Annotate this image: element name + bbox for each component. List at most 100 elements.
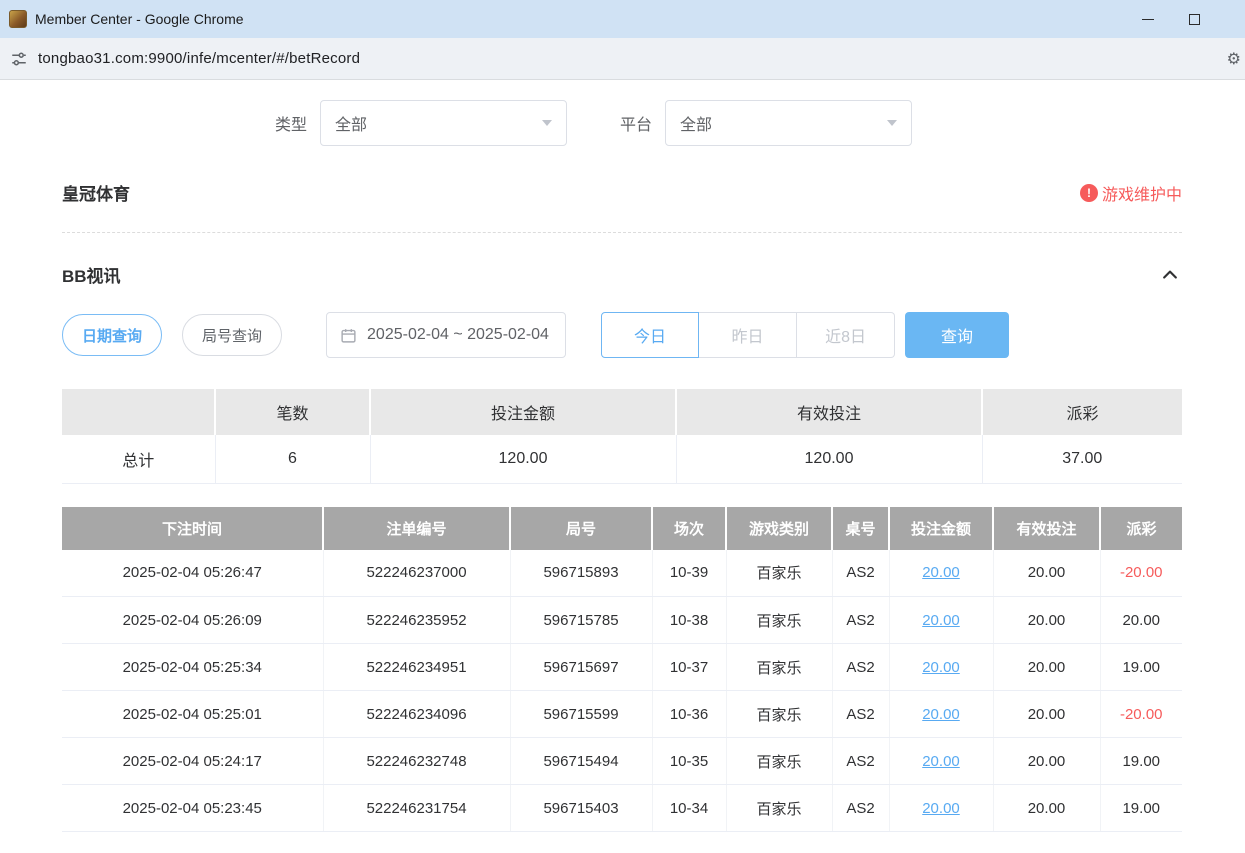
app-favicon-icon bbox=[9, 10, 27, 28]
table-id-cell: AS2 bbox=[832, 785, 889, 832]
address-bar[interactable]: tongbao31.com:9900/infe/mcenter/#/betRec… bbox=[0, 38, 1245, 80]
col-header-valid-bet: 有效投注 bbox=[993, 507, 1100, 550]
minimize-icon bbox=[1142, 19, 1154, 20]
date-query-button[interactable]: 日期查询 bbox=[62, 314, 162, 356]
maximize-button[interactable] bbox=[1171, 0, 1217, 38]
order-id-cell: 522246235952 bbox=[323, 597, 510, 644]
order-id-cell: 522246232748 bbox=[323, 738, 510, 785]
col-header-session: 场次 bbox=[652, 507, 726, 550]
game-type-cell: 百家乐 bbox=[726, 785, 832, 832]
table-id-cell: AS2 bbox=[832, 691, 889, 738]
page-content: 类型 全部 平台 全部 皇冠体育 ! 游戏维护中 BB视讯 日期查询 局号查询 … bbox=[0, 80, 1245, 853]
bet-time-cell: 2025-02-04 05:26:47 bbox=[62, 550, 323, 597]
today-button[interactable]: 今日 bbox=[601, 312, 699, 358]
type-select-value: 全部 bbox=[335, 111, 542, 135]
col-header-order-id: 注单编号 bbox=[323, 507, 510, 550]
platform-select[interactable]: 全部 bbox=[665, 100, 912, 146]
game-type-cell: 百家乐 bbox=[726, 644, 832, 691]
col-header-payout: 派彩 bbox=[1100, 507, 1182, 550]
section-divider bbox=[62, 232, 1182, 233]
chevron-up-icon bbox=[1160, 265, 1180, 285]
table-row: 2025-02-04 05:24:17522246232748596715494… bbox=[62, 738, 1182, 785]
browser-settings-icon[interactable]: ⚙ bbox=[1227, 49, 1241, 69]
session-cell: 10-37 bbox=[652, 644, 726, 691]
col-header-round-id: 局号 bbox=[510, 507, 652, 550]
platform-select-value: 全部 bbox=[680, 111, 887, 135]
payout-cell: 20.00 bbox=[1100, 597, 1182, 644]
bet-amount-cell: 20.00 bbox=[889, 738, 993, 785]
session-cell: 10-39 bbox=[652, 550, 726, 597]
site-settings-icon[interactable] bbox=[10, 50, 28, 68]
bet-amount-cell: 20.00 bbox=[889, 691, 993, 738]
order-id-cell: 522246234951 bbox=[323, 644, 510, 691]
quick-date-group: 今日 昨日 近8日 bbox=[601, 312, 895, 358]
payout-cell: -20.00 bbox=[1100, 550, 1182, 597]
table-id-cell: AS2 bbox=[832, 550, 889, 597]
maximize-icon bbox=[1189, 14, 1200, 25]
last-8-days-button[interactable]: 近8日 bbox=[797, 312, 895, 358]
summary-total-label: 总计 bbox=[62, 435, 215, 483]
col-header-table-id: 桌号 bbox=[832, 507, 889, 550]
bet-amount-link[interactable]: 20.00 bbox=[922, 612, 960, 629]
valid-bet-cell: 20.00 bbox=[993, 550, 1100, 597]
bet-amount-link[interactable]: 20.00 bbox=[922, 706, 960, 723]
session-cell: 10-36 bbox=[652, 691, 726, 738]
bet-time-cell: 2025-02-04 05:25:01 bbox=[62, 691, 323, 738]
bet-amount-link[interactable]: 20.00 bbox=[922, 564, 960, 581]
summary-header-row: 笔数 投注金额 有效投注 派彩 bbox=[62, 389, 1182, 435]
col-header-bet-amount: 投注金额 bbox=[889, 507, 993, 550]
yesterday-button[interactable]: 昨日 bbox=[699, 312, 797, 358]
minimize-button[interactable] bbox=[1125, 0, 1171, 38]
maintenance-text: 游戏维护中 bbox=[1102, 181, 1182, 205]
round-id-cell: 596715697 bbox=[510, 644, 652, 691]
maintenance-badge: ! 游戏维护中 bbox=[1080, 181, 1182, 205]
table-id-cell: AS2 bbox=[832, 597, 889, 644]
col-header-game-type: 游戏类别 bbox=[726, 507, 832, 550]
table-row: 2025-02-04 05:23:45522246231754596715403… bbox=[62, 785, 1182, 832]
summary-header-blank bbox=[62, 389, 215, 435]
bet-amount-link[interactable]: 20.00 bbox=[922, 659, 960, 676]
summary-total-payout: 37.00 bbox=[982, 435, 1182, 483]
summary-total-bet: 120.00 bbox=[370, 435, 676, 483]
payout-cell: -20.00 bbox=[1100, 691, 1182, 738]
bet-amount-link[interactable]: 20.00 bbox=[922, 800, 960, 817]
valid-bet-cell: 20.00 bbox=[993, 738, 1100, 785]
summary-header-payout: 派彩 bbox=[982, 389, 1182, 435]
bet-amount-link[interactable]: 20.00 bbox=[922, 753, 960, 770]
summary-table: 笔数 投注金额 有效投注 派彩 总计 6 120.00 120.00 37.00 bbox=[62, 389, 1182, 484]
order-id-cell: 522246237000 bbox=[323, 550, 510, 597]
url-text[interactable]: tongbao31.com:9900/infe/mcenter/#/betRec… bbox=[38, 50, 360, 67]
bet-table-header-row: 下注时间 注单编号 局号 场次 游戏类别 桌号 投注金额 有效投注 派彩 bbox=[62, 507, 1182, 550]
valid-bet-cell: 20.00 bbox=[993, 597, 1100, 644]
search-button[interactable]: 查询 bbox=[905, 312, 1009, 358]
bet-time-cell: 2025-02-04 05:24:17 bbox=[62, 738, 323, 785]
session-cell: 10-34 bbox=[652, 785, 726, 832]
bet-amount-cell: 20.00 bbox=[889, 550, 993, 597]
exclamation-icon: ! bbox=[1080, 184, 1098, 202]
bet-amount-cell: 20.00 bbox=[889, 597, 993, 644]
bet-table-body: 2025-02-04 05:26:47522246237000596715893… bbox=[62, 550, 1182, 832]
bb-video-title: BB视讯 bbox=[62, 262, 121, 287]
bet-records-table: 下注时间 注单编号 局号 场次 游戏类别 桌号 投注金额 有效投注 派彩 202… bbox=[62, 507, 1182, 833]
col-header-bet-time: 下注时间 bbox=[62, 507, 323, 550]
collapse-section-button[interactable] bbox=[1158, 263, 1182, 287]
game-type-cell: 百家乐 bbox=[726, 550, 832, 597]
bet-amount-cell: 20.00 bbox=[889, 644, 993, 691]
bet-time-cell: 2025-02-04 05:25:34 bbox=[62, 644, 323, 691]
session-cell: 10-38 bbox=[652, 597, 726, 644]
date-range-value: 2025-02-04 ~ 2025-02-04 bbox=[367, 326, 549, 344]
summary-header-bet: 投注金额 bbox=[370, 389, 676, 435]
game-type-cell: 百家乐 bbox=[726, 597, 832, 644]
game-type-cell: 百家乐 bbox=[726, 691, 832, 738]
session-cell: 10-35 bbox=[652, 738, 726, 785]
table-id-cell: AS2 bbox=[832, 738, 889, 785]
valid-bet-cell: 20.00 bbox=[993, 644, 1100, 691]
round-query-button[interactable]: 局号查询 bbox=[182, 314, 282, 356]
window-titlebar: Member Center - Google Chrome bbox=[0, 0, 1245, 38]
date-range-picker[interactable]: 2025-02-04 ~ 2025-02-04 bbox=[326, 312, 566, 358]
payout-cell: 19.00 bbox=[1100, 644, 1182, 691]
table-row: 2025-02-04 05:26:47522246237000596715893… bbox=[62, 550, 1182, 597]
type-select[interactable]: 全部 bbox=[320, 100, 567, 146]
calendar-icon bbox=[340, 327, 357, 344]
round-id-cell: 596715893 bbox=[510, 550, 652, 597]
